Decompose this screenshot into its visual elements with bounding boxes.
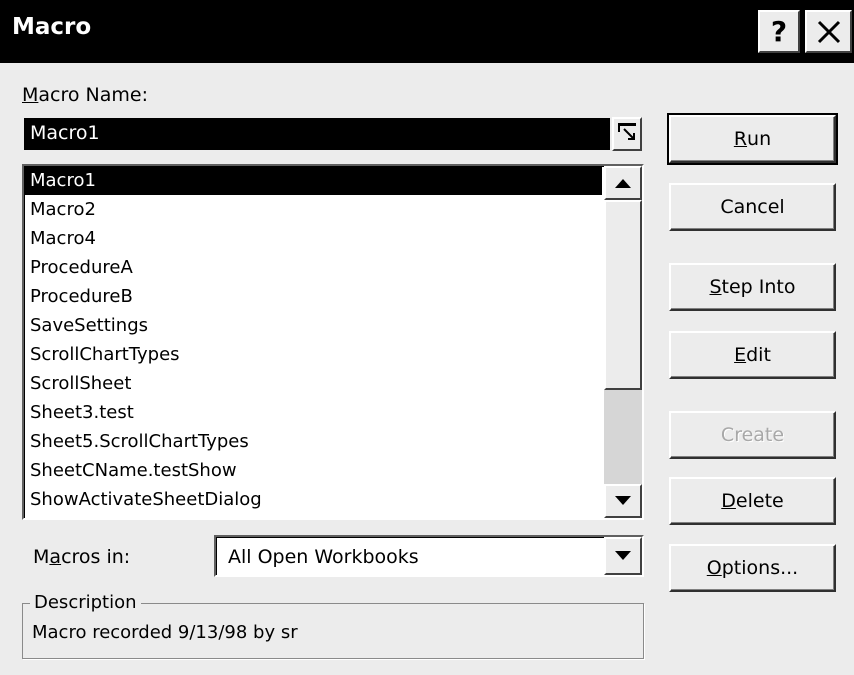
macros-in-label: Macros in:	[33, 546, 131, 568]
step-into-button[interactable]: Step Into	[669, 263, 836, 311]
options-button[interactable]: Options...	[669, 544, 836, 592]
edit-button[interactable]: Edit	[669, 331, 836, 379]
macro-list-item[interactable]: Macro2	[24, 195, 602, 224]
macro-name-input[interactable]: Macro1	[24, 118, 610, 150]
run-button[interactable]: Run	[667, 113, 838, 165]
macro-list-item[interactable]: ScrollSheet	[24, 369, 602, 398]
macro-list-item[interactable]: SaveSettings	[24, 311, 602, 340]
macro-name-label: Macro Name:	[22, 84, 149, 106]
dropdown-arrow-icon	[615, 551, 631, 560]
macro-list-item[interactable]: Sheet3.test	[24, 398, 602, 427]
macro-list-item[interactable]: ScrollChartTypes	[24, 340, 602, 369]
macro-list-item[interactable]: Macro1	[24, 166, 602, 195]
macro-list-item[interactable]: Sheet5.ScrollChartTypes	[24, 427, 602, 456]
macro-list-item[interactable]: SheetCName.testShow	[24, 456, 602, 485]
scroll-up-button[interactable]	[604, 166, 642, 200]
list-scrollbar[interactable]	[604, 166, 642, 518]
macro-list-item[interactable]: ProcedureA	[24, 253, 602, 282]
macro-list-item[interactable]: Macro4	[24, 224, 602, 253]
help-button[interactable]: ?	[758, 10, 800, 53]
scroll-down-arrow-icon	[615, 496, 631, 505]
help-icon: ?	[770, 15, 788, 48]
scroll-thumb[interactable]	[604, 200, 642, 390]
delete-button[interactable]: Delete	[669, 477, 836, 525]
description-text: Macro recorded 9/13/98 by sr	[32, 622, 298, 643]
macros-in-select[interactable]: All Open Workbooks	[214, 535, 644, 577]
cancel-button[interactable]: Cancel	[669, 183, 836, 231]
scroll-down-button[interactable]	[604, 484, 642, 518]
window-title: Macro	[12, 14, 92, 40]
collapse-dialog-button[interactable]	[612, 117, 642, 151]
close-icon	[817, 20, 840, 43]
macro-list-items: Macro1 Macro2 Macro4 ProcedureA ProcedureB Sa…	[24, 166, 602, 514]
title-bar: Macro ?	[0, 0, 854, 63]
macro-list-item[interactable]: ShowActivateSheetDialog	[24, 485, 602, 514]
macro-list[interactable]: Macro1 Macro2 Macro4 ProcedureA ProcedureB Sa…	[22, 164, 644, 520]
macro-name-value: Macro1	[30, 122, 100, 144]
scroll-up-arrow-icon	[615, 179, 631, 188]
macros-in-value: All Open Workbooks	[228, 546, 419, 568]
close-button[interactable]	[805, 10, 852, 53]
macros-in-dropdown-button[interactable]	[604, 537, 642, 575]
create-button[interactable]: Create	[669, 411, 836, 459]
collapse-dialog-icon	[618, 123, 636, 140]
description-legend: Description	[30, 592, 141, 613]
macro-list-item[interactable]: ProcedureB	[24, 282, 602, 311]
